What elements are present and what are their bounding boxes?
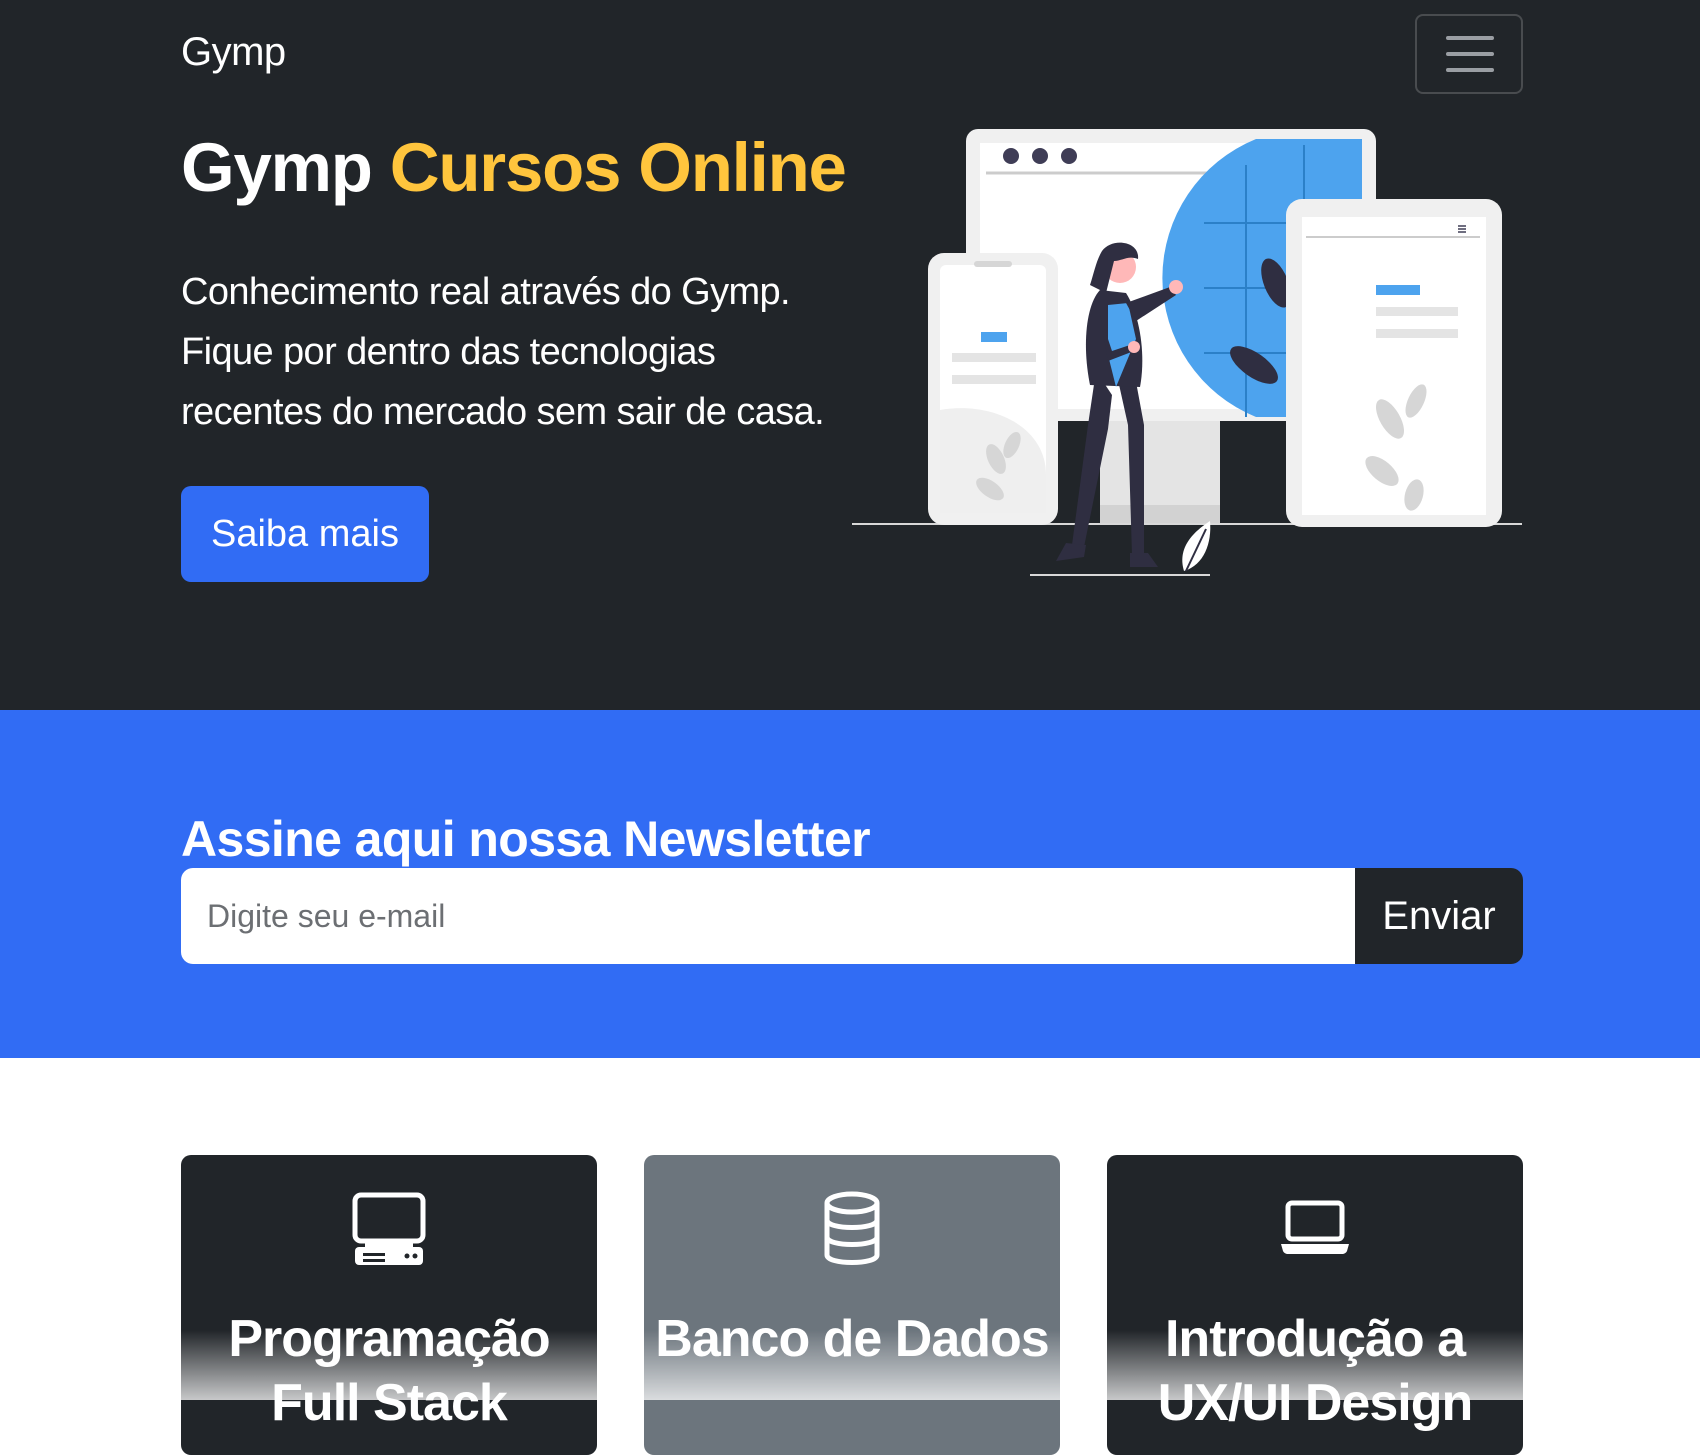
laptop-icon [1279, 1191, 1351, 1260]
course-title: Programação Full Stack [228, 1310, 550, 1432]
course-card-database[interactable]: Banco de Dados [644, 1155, 1060, 1455]
course-card-uxui[interactable]: Introdução a UX/UI Design [1107, 1155, 1523, 1455]
hero-description: Conhecimento real através do Gymp. Fique … [181, 262, 861, 442]
hero-section: Gymp Gymp Cursos Online Conhecimento rea… [0, 0, 1700, 710]
hero-text-line: recentes do mercado sem sair de casa. [181, 391, 825, 433]
hero-title-main: Gymp [181, 129, 373, 206]
enviar-button[interactable]: Enviar [1355, 868, 1523, 964]
newsletter-title: Assine aqui nossa Newsletter [181, 811, 871, 867]
web-devices-illustration [852, 129, 1522, 576]
hero-text-line: Fique por dentro das tecnologias [181, 331, 716, 373]
database-icon [822, 1191, 882, 1272]
email-input[interactable] [181, 868, 1355, 964]
course-title: Introdução a UX/UI Design [1157, 1310, 1474, 1432]
hero-text-line: Conhecimento real através do Gymp. [181, 271, 791, 313]
hero-title: Gymp Cursos Online [181, 128, 847, 207]
course-card-fullstack[interactable]: Programação Full Stack [181, 1155, 597, 1455]
newsletter-section: Assine aqui nossa Newsletter Enviar [0, 710, 1700, 1058]
navbar-toggle-button[interactable] [1415, 14, 1523, 94]
course-title: Banco de Dados [655, 1310, 1049, 1368]
pc-display-icon [351, 1191, 427, 1272]
navbar-brand[interactable]: Gymp [181, 30, 286, 75]
saiba-mais-button[interactable]: Saiba mais [181, 486, 429, 582]
hero-title-accent: Cursos Online [389, 129, 847, 206]
